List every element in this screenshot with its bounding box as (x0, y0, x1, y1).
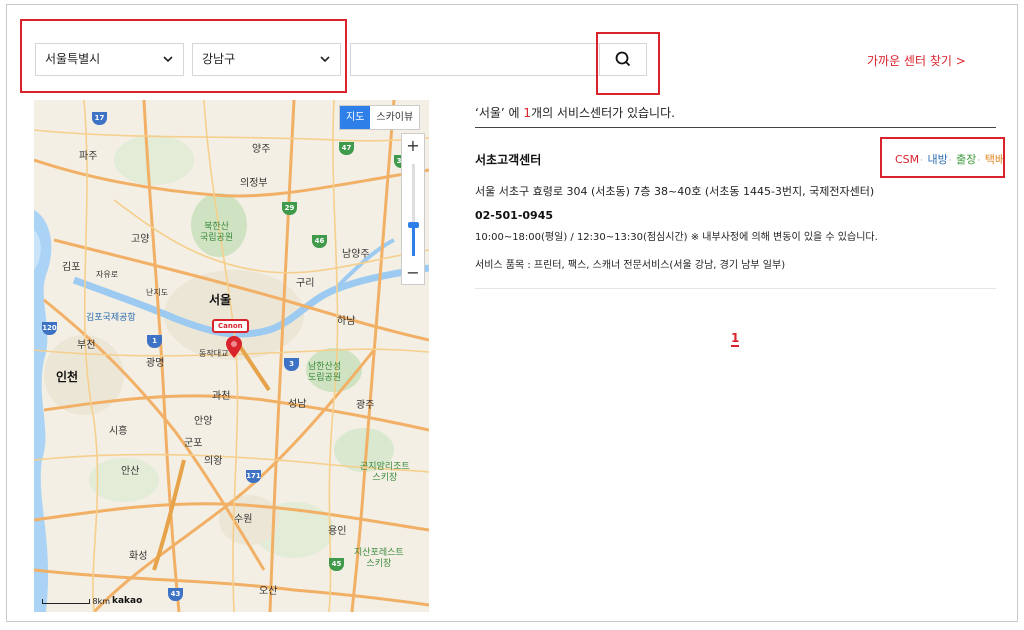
district-select-value: 강남구 (202, 52, 236, 66)
result-summary: ‘서울’ 에 1개의 서비스센터가 있습니다. (475, 104, 675, 121)
scale-label: 8km (92, 597, 111, 606)
highway-shield: 171 (246, 470, 261, 483)
tab-skyview[interactable]: 스카이뷰 (370, 106, 419, 129)
nearby-center-link[interactable]: 가까운 센터 찾기 > (867, 52, 966, 69)
map-label: 광명 (146, 358, 165, 369)
map-label: 성남 (288, 399, 307, 410)
highway-shield: 3 (284, 358, 299, 371)
scale-bar (42, 599, 90, 604)
map-label: 파주 (79, 151, 98, 162)
map-label: 안산 (121, 466, 140, 477)
highway-shield: 29 (282, 202, 297, 215)
divider (475, 288, 996, 289)
center-service-items: 서비스 품목 : 프린터, 팩스, 스캐너 전문서비스(서울 강남, 경기 남부… (475, 260, 786, 271)
highway-shield: 46 (312, 235, 327, 248)
service-badges: CSM· 내방· 출장· 택배 (895, 153, 1006, 166)
divider (475, 127, 996, 128)
highway-shield: 17 (92, 112, 107, 125)
map-label: 북한산 국립공원 (200, 222, 234, 243)
map-label: 시흥 (109, 426, 128, 437)
city-select-value: 서울특별시 (45, 52, 101, 66)
center-name[interactable]: 서초고객센터 (475, 151, 541, 168)
search-icon (615, 51, 631, 67)
map-label: 남한산성 도립공원 (308, 362, 342, 383)
map-label: 지산포레스트 스키장 (354, 548, 404, 569)
map-label: 의정부 (240, 178, 268, 189)
chevron-down-icon (319, 44, 331, 87)
map-label: 광주 (356, 400, 375, 411)
search-button[interactable] (599, 43, 647, 76)
map-label: 남양주 (342, 249, 370, 260)
map-marker-label[interactable]: Canon (212, 319, 249, 333)
map-label: 인천 (56, 370, 79, 384)
map-label: 자유로 (96, 270, 119, 279)
result-prefix: 에 (504, 106, 524, 120)
map-label: 서울 (209, 293, 232, 307)
search-input[interactable] (350, 43, 600, 76)
center-phone: 02-501-0945 (475, 209, 554, 222)
map-label: 안양 (194, 416, 213, 427)
zoom-in-button[interactable]: + (402, 136, 424, 155)
zoom-slider-handle[interactable] (408, 222, 419, 228)
result-suffix: 개의 서비스센터가 있습니다. (531, 106, 675, 120)
zoom-control: + − (401, 133, 425, 285)
pagination-page-1[interactable]: 1 (731, 331, 740, 347)
result-region: ‘서울’ (475, 106, 505, 120)
map-label: 오산 (259, 586, 278, 597)
badge-parcel: 택배 (984, 153, 1006, 166)
highway-shield: 1 (147, 335, 162, 348)
badge-trip: 출장 (956, 153, 977, 166)
highway-shield: 47 (339, 142, 354, 155)
map-label: 화성 (129, 551, 148, 562)
result-count: 1 (523, 106, 532, 120)
map-label: 용인 (328, 526, 347, 537)
map-label: 하남 (337, 316, 356, 327)
map-label: 동작대교 (199, 349, 229, 358)
district-select[interactable]: 강남구 (192, 43, 341, 76)
city-select[interactable]: 서울특별시 (35, 43, 184, 76)
map-label: 구리 (296, 278, 315, 289)
map-pin-icon[interactable] (226, 336, 242, 358)
map-type-toggle: 지도 스카이뷰 (339, 105, 421, 130)
badge-csm: CSM (895, 153, 920, 166)
map-label: 곤지암리조트 스키장 (360, 462, 410, 483)
map[interactable]: 17 47 29 46 120 1 3 171 45 43 37 양주 파주 의… (34, 100, 429, 612)
map-label: 의왕 (204, 456, 223, 467)
center-address: 서울 서초구 효령로 304 (서초동) 7층 38~40호 (서초동 1445… (475, 185, 875, 198)
highway-shield: 43 (168, 588, 183, 601)
center-hours: 10:00~18:00(평일) / 12:30~13:30(점심시간) ※ 내부… (475, 232, 878, 243)
map-label: 군포 (184, 438, 203, 449)
map-label: 난지도 (146, 288, 169, 297)
highway-shield: 120 (42, 322, 57, 335)
map-label: 부천 (77, 340, 96, 351)
zoom-slider-fill (412, 226, 415, 256)
kakao-logo: kakao (112, 596, 143, 606)
badge-visit: 내방 (927, 153, 948, 166)
zoom-out-button[interactable]: − (402, 263, 424, 282)
map-label: 과천 (212, 391, 231, 402)
map-label: 김포 (62, 262, 81, 273)
map-label: 양주 (252, 144, 271, 155)
tab-map[interactable]: 지도 (340, 106, 371, 129)
map-scale: 8km (42, 597, 110, 606)
chevron-down-icon (162, 44, 174, 87)
highway-shield: 45 (329, 558, 344, 571)
map-label: 고양 (131, 234, 150, 245)
map-label: 수원 (234, 514, 253, 525)
map-label: 김포국제공항 (86, 313, 136, 323)
